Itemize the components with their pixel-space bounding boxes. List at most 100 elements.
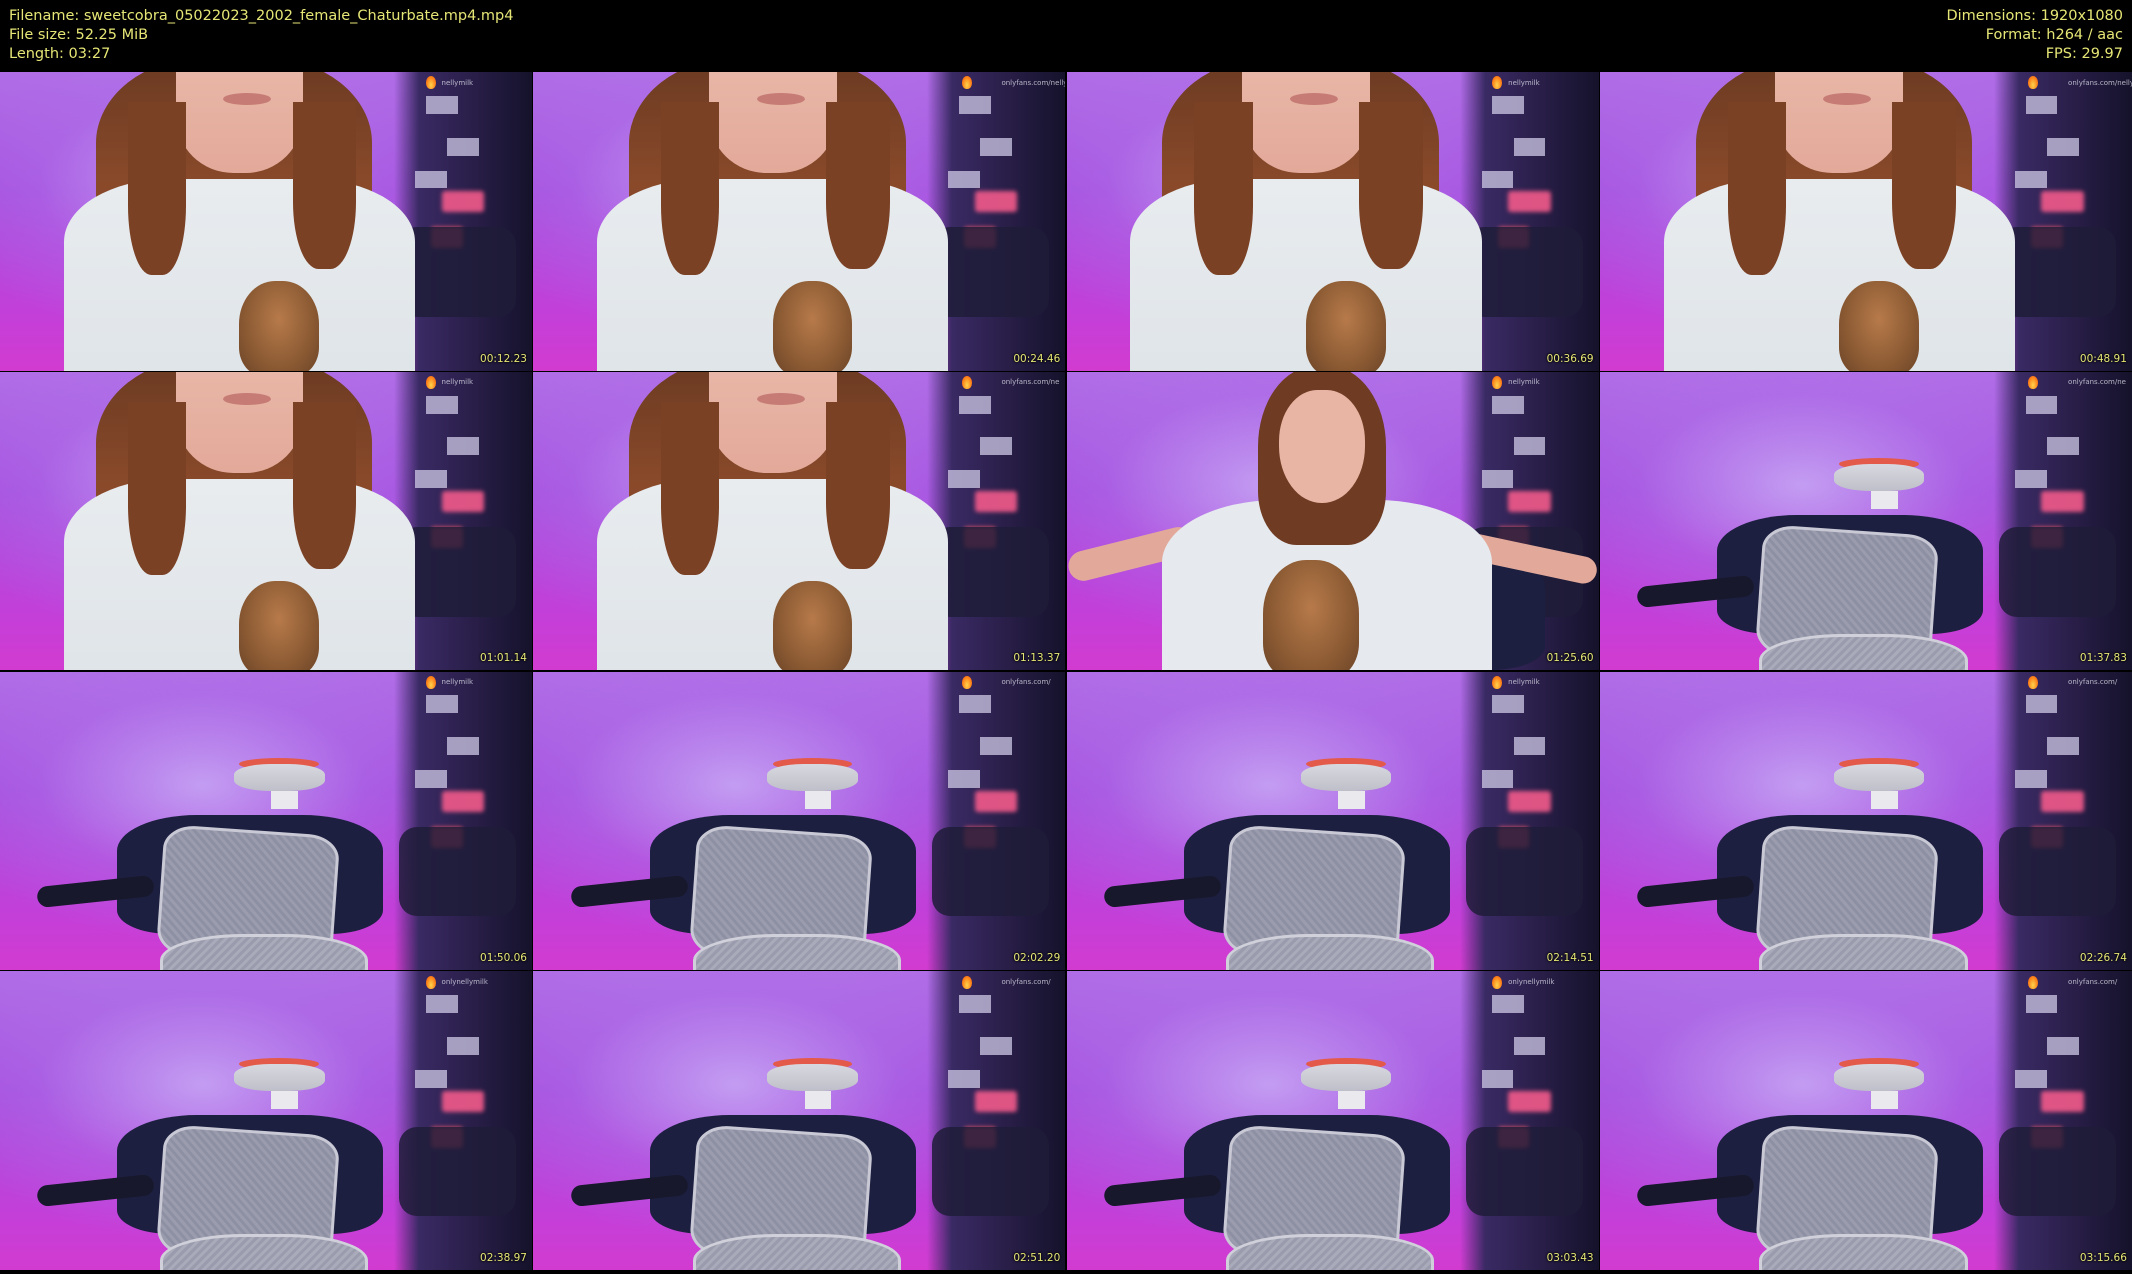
shirt-print [1839,280,1920,371]
watermark: nellymilk [441,678,474,687]
watermark: nellymilk [441,78,474,87]
neon-light [1508,191,1551,213]
shelf-item [414,770,447,788]
shelf-item [414,170,447,189]
shelf [1460,671,1599,971]
flame-icon [425,676,436,690]
timestamp: 01:01.14 [480,652,527,665]
timestamp: 02:51.20 [1013,1251,1061,1264]
chair-neck [271,1090,298,1109]
chair-seat [1759,1234,1968,1270]
shelf-item [2014,770,2047,788]
thumbnail-frame: nellymilk 01:50.06 [0,671,532,971]
chair-seat [159,1234,368,1270]
thumbnail-frame: nellymilk 01:01.14 [0,371,532,671]
couch [1998,1126,2116,1217]
face [175,72,304,174]
neon-light [1508,1090,1551,1112]
chair-neck [1337,790,1365,809]
face [175,371,304,474]
watermark: onlynellymilk [1508,977,1555,986]
lips [756,92,805,105]
shelf-item [1513,737,1546,756]
chair-seat [692,1234,902,1270]
shelf-item [2014,1069,2047,1088]
couch [399,826,517,917]
timestamp: 02:26.74 [2079,952,2127,965]
shelf-item [2046,737,2079,756]
shelf-item [2025,695,2058,714]
shelf-item [425,695,458,714]
shelf-item [958,95,991,114]
shelf [393,971,532,1270]
hair-strand [660,101,720,275]
flame-icon [1492,676,1503,690]
neon-light [974,191,1018,213]
hair-strand [1892,101,1957,269]
shelf-item [446,137,479,156]
watermark: onlynellymilk [441,977,488,986]
thumbnail-frame: onlyfans.com/03:15.66 [1599,971,2132,1270]
face [708,371,837,474]
filename-text: Filename: sweetcobra_05022023_2002_femal… [9,8,514,24]
shelf [393,671,532,971]
shelf-item [1481,1069,1514,1088]
shelf-item [980,137,1013,156]
shelf-item [2025,395,2058,414]
shelf-item [1492,395,1525,414]
neon-light [974,1090,1018,1112]
flame-icon [961,376,972,390]
face [1242,72,1370,174]
couch [1998,527,2116,617]
timestamp: 03:15.66 [2079,1251,2127,1264]
shelf-item [425,995,458,1014]
thumbnail-frame: onlyfans.com/nelly 00:48.91 [1599,72,2132,371]
chair-neck [271,790,298,809]
shelf-item [1513,137,1546,156]
shelf-item [980,737,1013,756]
hair-strand [1727,101,1787,275]
shelf-item [446,437,479,456]
timestamp: 01:25.60 [1546,652,1594,665]
shelf-item [1513,437,1546,456]
thumbnail-frame: onlyfans.com/ne 01:13.37 [533,371,1066,671]
hair-strand [292,401,357,569]
hair-strand [825,101,890,269]
timestamp: 00:36.69 [1546,352,1594,365]
stream-info: Dimensions: 1920x1080 Format: h264 / aac… [1946,7,2123,64]
neon-light [2041,1090,2085,1112]
watermark: nellymilk [1508,78,1540,87]
neon-light [974,790,1018,812]
neon-light [2041,191,2085,213]
chair-seat [1759,934,1968,971]
flame-icon [961,76,972,90]
shelf-item [2025,995,2058,1014]
shelf [1460,971,1599,1270]
chair-headrest [1833,764,1925,791]
shirt-print [239,280,320,371]
shelf-item [2014,170,2047,189]
hair-strand [292,101,357,269]
couch [932,1126,1050,1217]
shelf-item [1513,1037,1546,1055]
thumbnail-frame: onlynellymilk 03:03.43 [1066,971,1599,1270]
dimensions-text: Dimensions: 1920x1080 [1946,8,2123,24]
shelf-item [958,395,991,414]
chair-neck [1871,1090,1898,1109]
length-text: Length: 03:27 [9,46,111,62]
chair-neck [1871,491,1898,510]
neon-light [974,491,1018,513]
lips [756,392,805,405]
shelf-item [2046,437,2079,456]
shelf-item [1481,770,1514,788]
couch [1465,826,1583,917]
neon-light [441,790,485,812]
couch [1998,826,2116,917]
timestamp: 01:50.06 [480,952,527,965]
hair-strand [1194,101,1253,275]
hair-strand [1359,101,1424,269]
chair-headrest [234,1063,325,1091]
shelf-item [980,1037,1013,1055]
neon-light [1508,790,1551,812]
shelf-item [2046,137,2079,156]
